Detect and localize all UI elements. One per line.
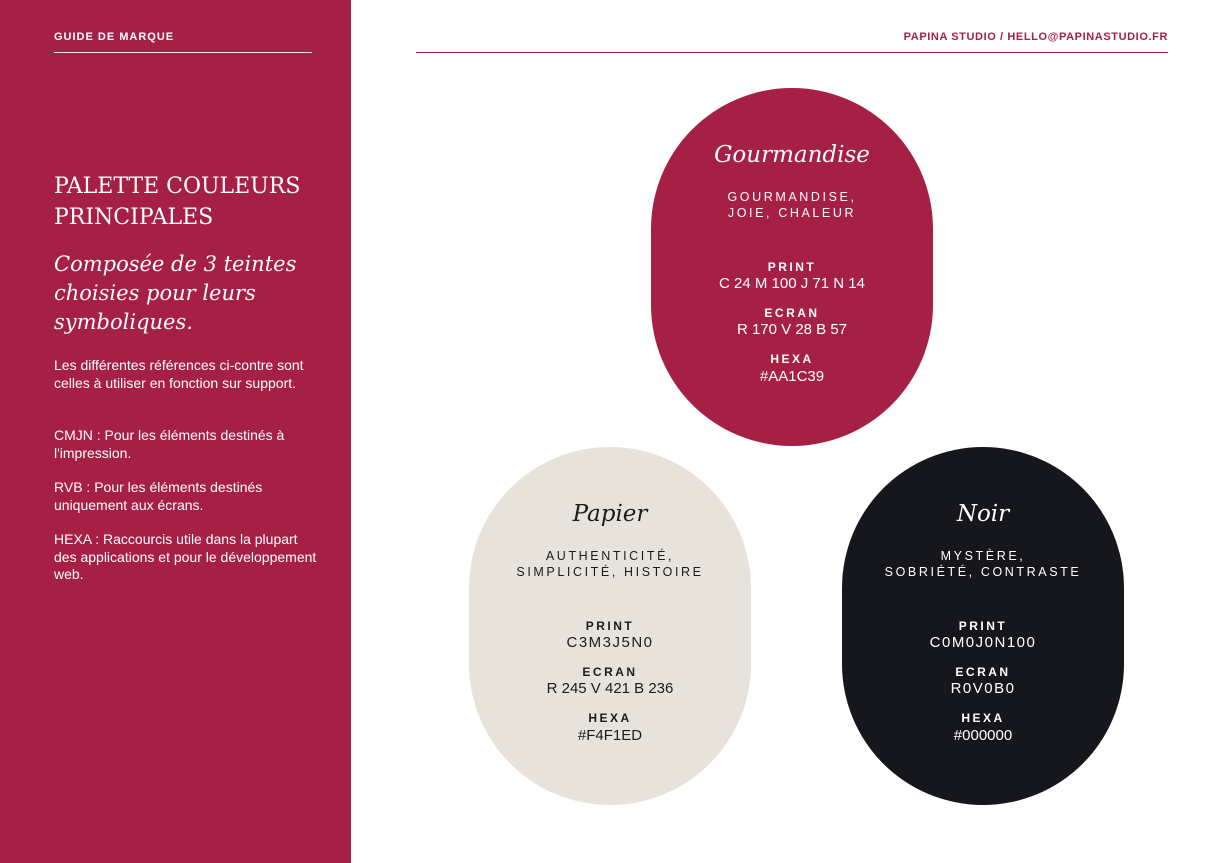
hexa-label: HEXA — [770, 352, 814, 366]
print-value: C 24 M 100 J 71 N 14 — [719, 275, 865, 292]
intro-paragraph: Les différentes références ci-contre son… — [54, 357, 304, 391]
swatch-meaning: AUTHENTICITÉ, SIMPLICITÉ, HISTOIRE — [489, 548, 731, 580]
page-title-line2: PRINCIPALES — [54, 205, 214, 230]
swatch-name: Papier — [572, 501, 648, 527]
swatch-meaning-line2: SOBRIÉTÉ, CONTRASTE — [884, 565, 1082, 579]
swatch-noir: Noir MYSTÈRE, SOBRIÉTÉ, CONTRASTE PRINT … — [842, 447, 1124, 805]
page-title-line1: PALETTE COULEURS — [54, 174, 301, 199]
sidebar-panel: GUIDE DE MARQUE PALETTE COULEURS PRINCIP… — [0, 0, 351, 863]
swatch-papier: Papier AUTHENTICITÉ, SIMPLICITÉ, HISTOIR… — [469, 447, 751, 805]
hexa-value: #AA1C39 — [759, 368, 825, 385]
page-subtitle: Composée de 3 teintes choisies pour leur… — [54, 252, 297, 334]
hexa-label: HEXA — [961, 711, 1005, 725]
ecran-value: R 170 V 28 B 57 — [736, 321, 848, 338]
rvb-paragraph: RVB : Pour les éléments destinés uniquem… — [54, 479, 263, 513]
ecran-value: R 245 V 421 B 236 — [546, 680, 674, 697]
ecran-label: ECRAN — [955, 665, 1011, 679]
brand-guide-label: GUIDE DE MARQUE — [54, 31, 175, 43]
hexa-label: HEXA — [588, 711, 632, 725]
print-value: C3M3J5N0 — [566, 634, 654, 651]
swatch-meaning-line1: MYSTÈRE, — [940, 549, 1026, 563]
hexa-paragraph: HEXA : Raccourcis utile dans la plupart … — [54, 531, 317, 582]
ecran-label: ECRAN — [764, 306, 820, 320]
swatch-gourmandise: Gourmandise GOURMANDISE, JOIE, CHALEUR P… — [651, 88, 933, 446]
swatch-name: Noir — [956, 501, 1010, 527]
swatch-meaning: MYSTÈRE, SOBRIÉTÉ, CONTRASTE — [862, 548, 1104, 580]
swatch-meaning: GOURMANDISE, JOIE, CHALEUR — [671, 189, 913, 221]
print-value: C0M0J0N100 — [929, 634, 1037, 651]
swatch-meaning-line1: AUTHENTICITÉ, — [545, 549, 675, 563]
swatch-meaning-line2: SIMPLICITÉ, HISTOIRE — [516, 565, 704, 579]
hexa-value: #000000 — [953, 727, 1013, 744]
header-divider — [416, 52, 1168, 53]
hexa-value: #F4F1ED — [577, 727, 643, 744]
swatch-meaning-line1: GOURMANDISE, — [727, 190, 857, 204]
cmjn-paragraph: CMJN : Pour les éléments destinés à l'im… — [54, 427, 285, 461]
swatch-meaning-line2: JOIE, CHALEUR — [727, 206, 857, 220]
header-contact: PAPINA STUDIO / HELLO@PAPINASTUDIO.FR — [903, 31, 1168, 43]
print-label: PRINT — [585, 619, 635, 633]
sidebar-divider — [54, 52, 312, 53]
print-label: PRINT — [958, 619, 1008, 633]
print-label: PRINT — [767, 260, 817, 274]
swatch-name: Gourmandise — [714, 142, 870, 168]
page-title: PALETTE COULEURS PRINCIPALES — [54, 171, 334, 233]
ecran-label: ECRAN — [582, 665, 638, 679]
ecran-value: R0V0B0 — [950, 680, 1016, 697]
